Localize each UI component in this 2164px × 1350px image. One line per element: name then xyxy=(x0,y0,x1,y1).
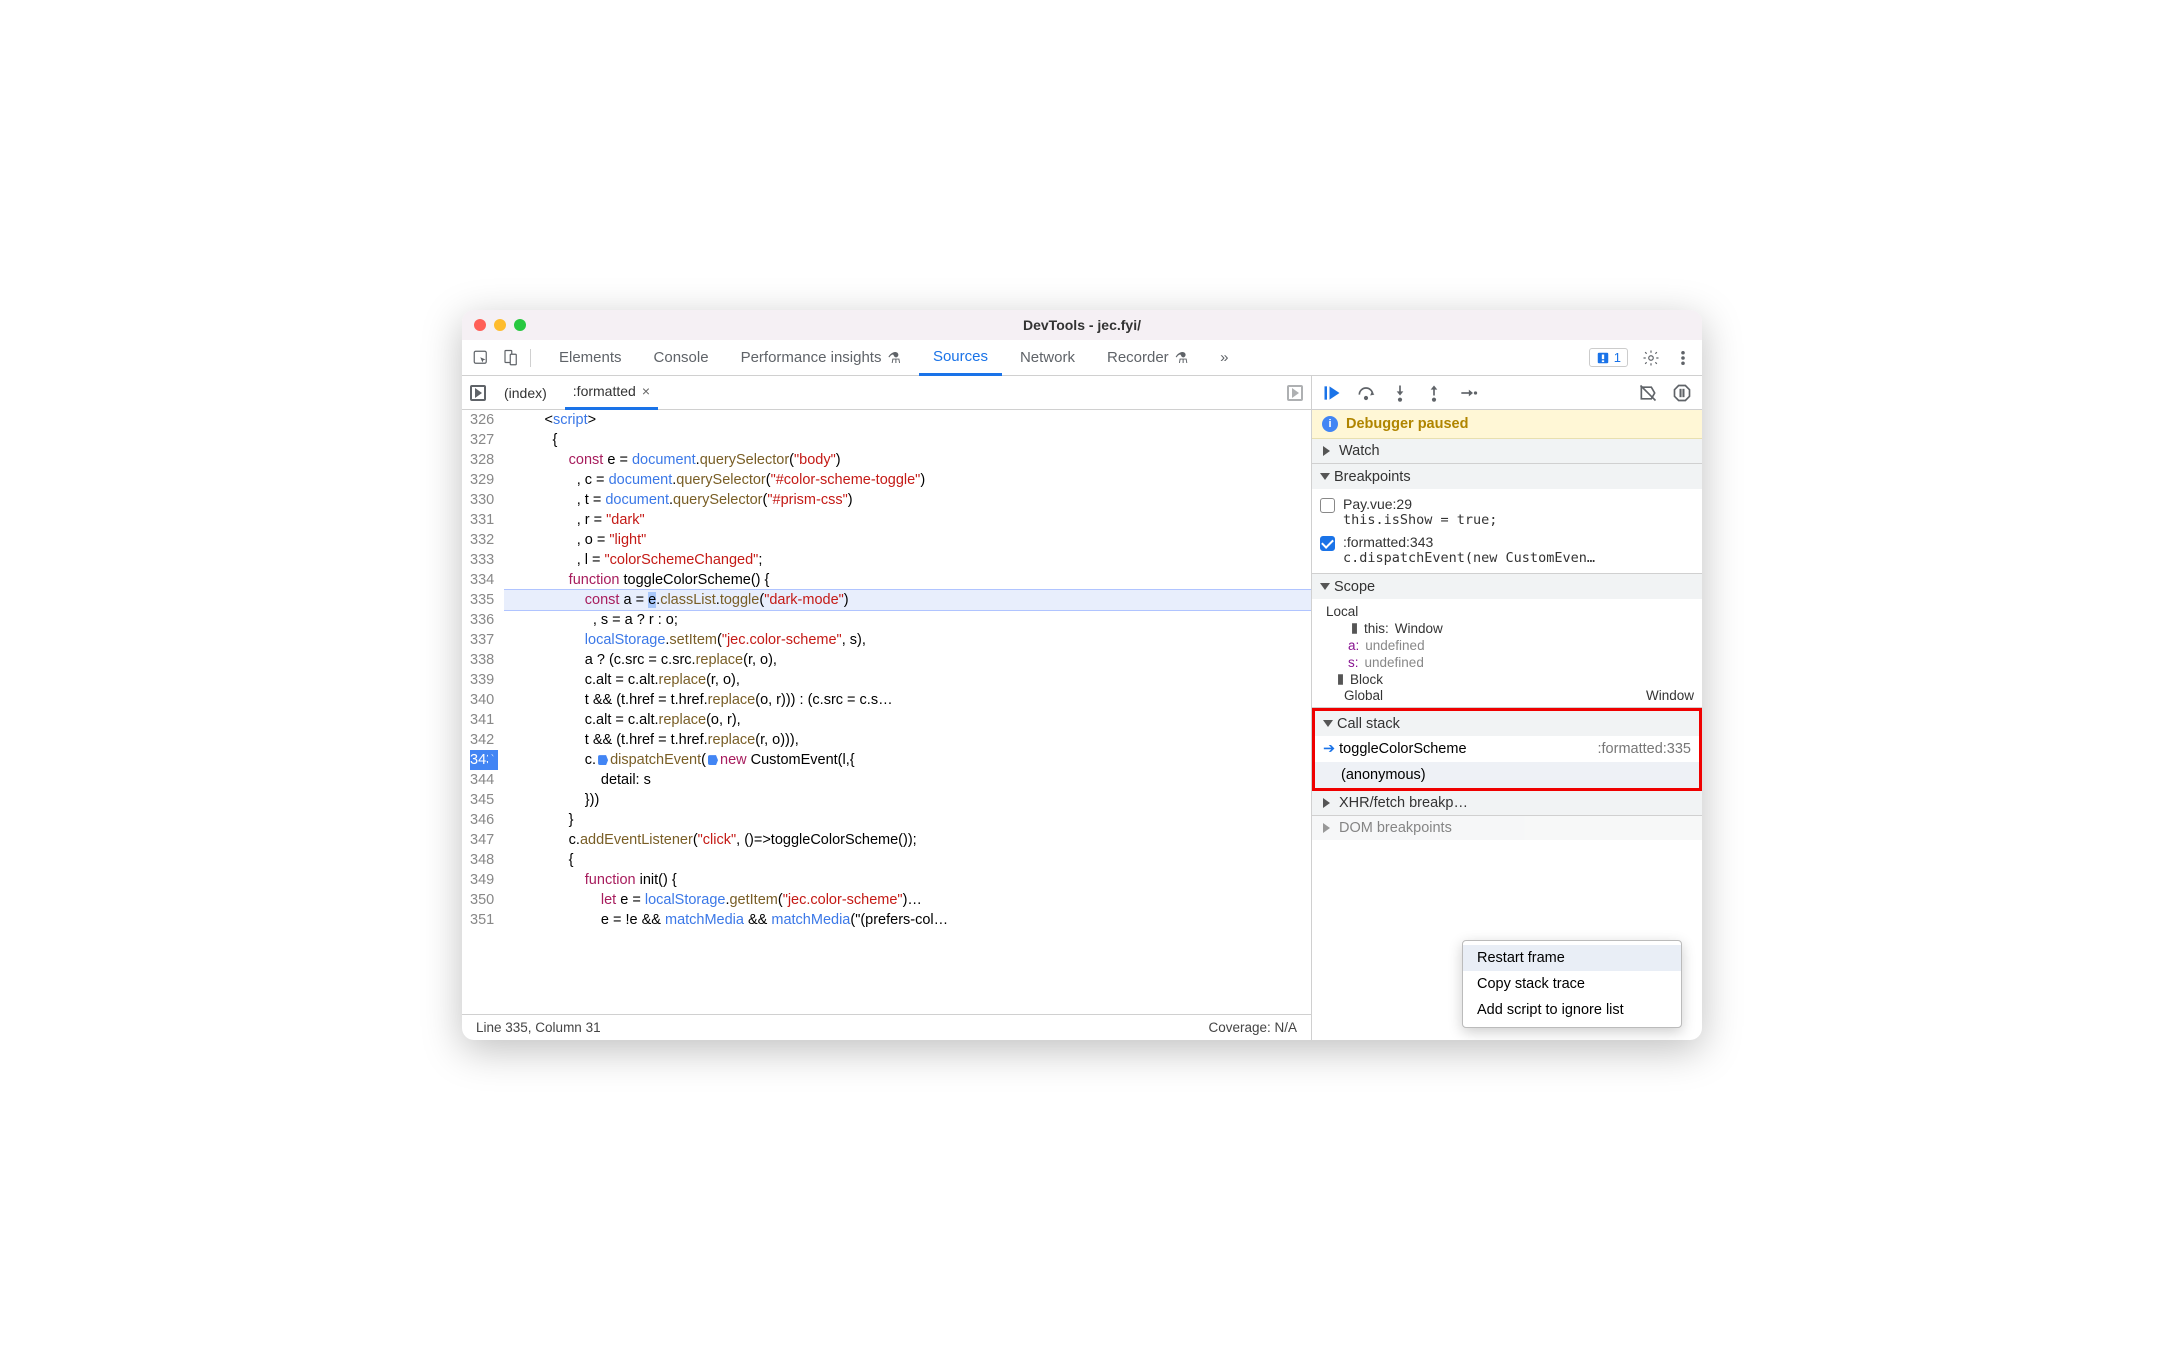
menu-copy-stack[interactable]: Copy stack trace xyxy=(1463,971,1681,997)
close-icon[interactable]: × xyxy=(642,383,650,399)
menu-restart-frame[interactable]: Restart frame xyxy=(1463,945,1681,971)
debugger-banner: i Debugger paused xyxy=(1312,410,1702,439)
tab-sources[interactable]: Sources xyxy=(919,340,1002,376)
debugger-toggle[interactable] xyxy=(1287,385,1303,401)
deactivate-bp-icon[interactable] xyxy=(1638,383,1658,403)
pause-exceptions-icon[interactable] xyxy=(1672,383,1692,403)
file-tab-index[interactable]: (index) xyxy=(496,376,555,410)
step-over-icon[interactable] xyxy=(1356,383,1376,403)
tab-elements[interactable]: Elements xyxy=(545,340,636,376)
sources-panel: (index) :formatted × 3263273283293303313… xyxy=(462,376,1312,1040)
coverage-status: Coverage: N/A xyxy=(1208,1020,1297,1035)
window-title: DevTools - jec.fyi/ xyxy=(462,317,1702,333)
tab-recorder[interactable]: Recorder ⚗ xyxy=(1093,340,1202,376)
step-out-icon[interactable] xyxy=(1424,383,1444,403)
tabs-overflow[interactable]: » xyxy=(1206,340,1242,376)
status-bar: Line 335, Column 31 Coverage: N/A xyxy=(462,1014,1311,1040)
dom-bp-section[interactable]: DOM breakpoints xyxy=(1312,816,1702,840)
navigator-toggle[interactable] xyxy=(470,385,486,401)
cursor-position: Line 335, Column 31 xyxy=(476,1020,601,1035)
tab-perf-insights[interactable]: Performance insights ⚗ xyxy=(727,340,915,376)
flask-icon: ⚗ xyxy=(887,349,900,367)
info-icon: i xyxy=(1322,416,1338,432)
flask-icon: ⚗ xyxy=(1175,349,1188,367)
debug-controls xyxy=(1312,376,1702,410)
titlebar: DevTools - jec.fyi/ xyxy=(462,310,1702,340)
gear-icon[interactable] xyxy=(1642,349,1660,367)
callstack-section[interactable]: Call stack xyxy=(1315,711,1699,736)
issues-badge[interactable]: 1 xyxy=(1589,348,1628,367)
checkbox[interactable] xyxy=(1320,536,1335,551)
breakpoint-item[interactable]: :formatted:343c.dispatchEvent(new Custom… xyxy=(1320,531,1694,569)
file-tab-formatted[interactable]: :formatted × xyxy=(565,376,658,410)
breakpoints-section[interactable]: Breakpoints xyxy=(1312,464,1702,489)
breakpoint-item[interactable]: Pay.vue:29this.isShow = true; xyxy=(1320,493,1694,531)
callstack-frame[interactable]: ➔toggleColorScheme :formatted:335 xyxy=(1315,736,1699,762)
devtools-window: DevTools - jec.fyi/ Elements Console Per… xyxy=(462,310,1702,1040)
xhr-section[interactable]: XHR/fetch breakp… xyxy=(1312,791,1702,815)
step-into-icon[interactable] xyxy=(1390,383,1410,403)
watch-section[interactable]: Watch xyxy=(1312,439,1702,463)
context-menu: Restart frame Copy stack trace Add scrip… xyxy=(1462,940,1682,1028)
issue-icon xyxy=(1596,351,1610,365)
tab-console[interactable]: Console xyxy=(640,340,723,376)
file-tabs: (index) :formatted × xyxy=(462,376,1311,410)
current-frame-icon: ➔ xyxy=(1323,741,1335,757)
scope-section[interactable]: Scope xyxy=(1312,574,1702,599)
kebab-icon[interactable] xyxy=(1674,349,1692,367)
checkbox[interactable] xyxy=(1320,498,1335,513)
resume-icon[interactable] xyxy=(1322,383,1342,403)
code-editor[interactable]: 3263273283293303313323333343353363373383… xyxy=(462,410,1311,1014)
device-icon[interactable] xyxy=(502,349,520,367)
step-icon[interactable] xyxy=(1458,383,1478,403)
callstack-frame[interactable]: (anonymous) xyxy=(1315,762,1699,788)
menu-ignore-list[interactable]: Add script to ignore list xyxy=(1463,997,1681,1023)
tab-network[interactable]: Network xyxy=(1006,340,1089,376)
inspect-icon[interactable] xyxy=(472,349,490,367)
main-tabs: Elements Console Performance insights ⚗ … xyxy=(462,340,1702,376)
